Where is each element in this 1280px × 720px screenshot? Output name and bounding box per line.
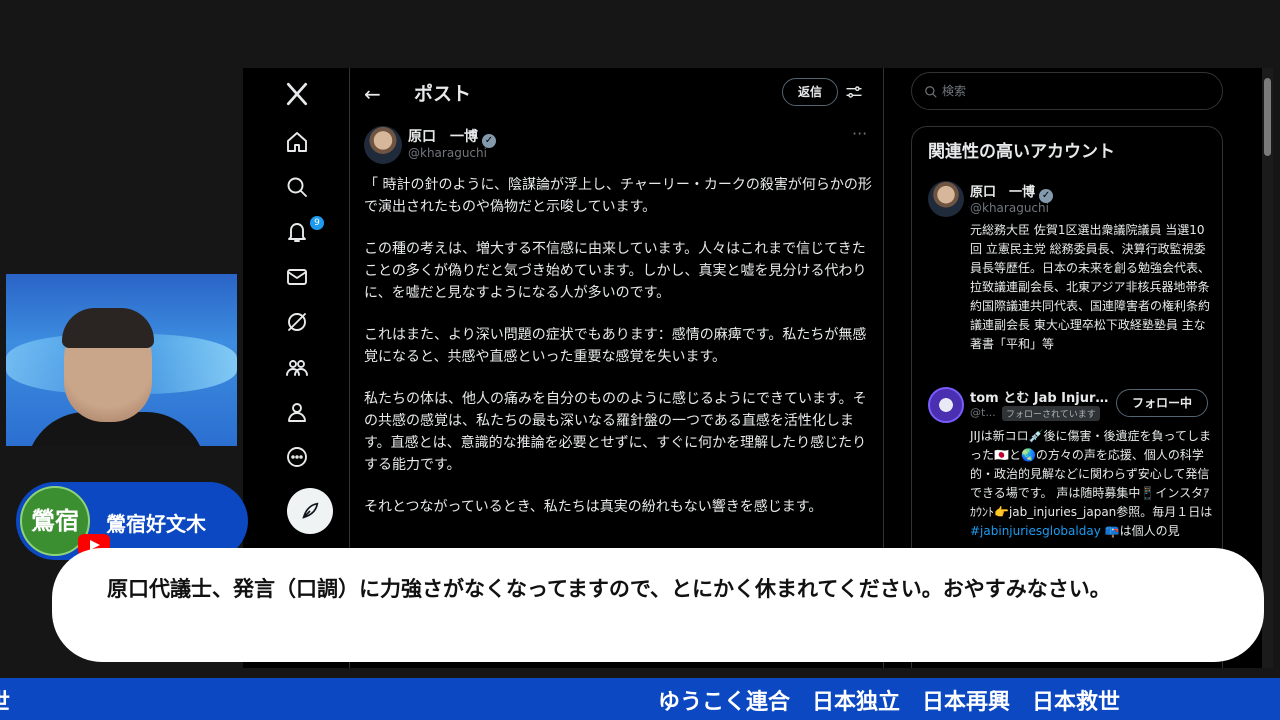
follows-you-badge: フォローされています — [1002, 406, 1100, 421]
more-options-icon[interactable]: ··· — [852, 124, 867, 143]
account-handle[interactable]: @t... — [970, 406, 996, 419]
mail-icon[interactable] — [284, 264, 310, 290]
account-name[interactable]: tom とむ Jab Injuri... — [970, 387, 1110, 406]
presenter-hair — [62, 308, 154, 348]
search-input[interactable] — [942, 81, 1212, 101]
reply-button[interactable]: 返信 — [782, 78, 838, 106]
notification-count-badge: 9 — [310, 216, 324, 230]
account-bio-tail: 📪は個人の見 — [1100, 524, 1180, 538]
hashtag-link[interactable]: #jabinjuriesglobalday — [970, 524, 1101, 538]
account-handle[interactable]: @kharaguchi — [970, 201, 1049, 215]
account-bio: 元総務大臣 佐賀1区選出衆議院議員 当選10回 立憲民主党 総務委員長、決算行政… — [970, 223, 1211, 351]
grok-icon[interactable] — [284, 309, 310, 335]
author-name-text: 原口 一博 — [408, 129, 478, 145]
compose-button[interactable] — [287, 488, 333, 534]
post-text: 「 時計の針のように、陰謀論が浮上し、チャーリー・カークの殺害が何らかの形で演出… — [364, 174, 874, 538]
comment-bubble: 原口代議士、発言（口調）に力強さがなくなってますので、とにかく休まれてください。… — [52, 548, 1264, 662]
back-arrow-icon[interactable]: ← — [364, 82, 381, 106]
bell-icon[interactable] — [284, 219, 310, 245]
post-paragraph: 私たちの体は、他人の痛みを自分のもののように感じるようにできています。その共感の… — [364, 391, 867, 473]
search-icon — [925, 86, 937, 98]
webcam-feed — [6, 274, 237, 446]
post-paragraph: これはまた、より深い問題の症状でもあります：感情の麻痺です。私たちが無感覚になる… — [364, 327, 867, 365]
compose-icon — [302, 502, 319, 519]
post-paragraph: この種の考えは、増大する不信感に由来しています。人々はこれまで信じてきたことの多… — [364, 241, 867, 301]
account-name[interactable]: 原口 一博 ✓ — [970, 181, 1054, 203]
stream-frame: 9 ← ポスト 返信 原口 一博 ✓ @kharaguchi ··· 「 時計の… — [0, 0, 1280, 720]
related-accounts-title: 関連性の高いアカウント — [928, 142, 1115, 162]
post-paragraph: それとつながっているとき、私たちは真実の紛れもない響きを感じます。 — [364, 499, 823, 515]
scrollbar-thumb[interactable] — [1264, 78, 1271, 156]
ticker-fragment: 世 — [0, 684, 10, 716]
author-handle[interactable]: @kharaguchi — [408, 146, 487, 160]
author-name[interactable]: 原口 一博 ✓ — [408, 126, 496, 148]
account-name-text: 原口 一博 — [970, 185, 1036, 200]
search-box[interactable] — [911, 72, 1223, 110]
account-avatar[interactable] — [928, 387, 964, 423]
account-bio: JIJは新コロ💉後に傷害・後遺症を負ってしまった🇯🇵と🌏の方々の声を応援、個人の… — [970, 427, 1214, 541]
more-circle-icon[interactable] — [284, 444, 310, 470]
author-avatar[interactable] — [364, 126, 402, 164]
search-icon[interactable] — [284, 174, 310, 200]
home-icon[interactable] — [284, 129, 310, 155]
channel-name: 鶯宿好文木 — [106, 512, 206, 536]
account-bio-text: JIJは新コロ💉後に傷害・後遺症を負ってしまった🇯🇵と🌏の方々の声を応援、個人の… — [970, 429, 1213, 519]
sliders-icon[interactable] — [844, 82, 864, 102]
page-title: ポスト — [414, 83, 472, 105]
post-paragraph: 「 時計の針のように、陰謀論が浮上し、チャーリー・カークの殺害が何らかの形で演出… — [364, 177, 872, 215]
profile-icon[interactable] — [284, 399, 310, 425]
following-button[interactable]: フォロー中 — [1116, 389, 1208, 417]
communities-icon[interactable] — [284, 354, 310, 380]
news-ticker: 世 ゆうこく連合 日本独立 日本再興 日本救世 — [0, 678, 1280, 720]
x-logo-icon[interactable] — [283, 80, 311, 108]
ticker-text: ゆうこく連合 日本独立 日本再興 日本救世 — [658, 690, 1121, 715]
page-scrollbar[interactable] — [1262, 68, 1273, 668]
comment-text: 原口代議士、発言（口調）に力強さがなくなってますので、とにかく休まれてください。… — [107, 577, 1111, 601]
account-avatar[interactable] — [928, 181, 964, 217]
